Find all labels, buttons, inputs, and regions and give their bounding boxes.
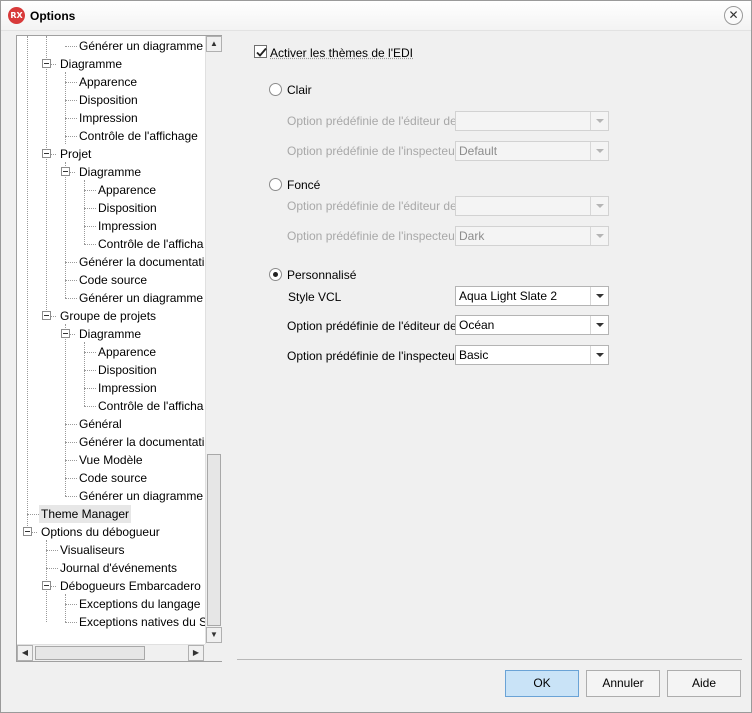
clair-editor-combo[interactable] xyxy=(455,111,609,131)
tree-item[interactable]: Général xyxy=(17,415,205,433)
tree-item[interactable]: Projet xyxy=(17,145,205,163)
fonce-inspector-combo[interactable]: Dark xyxy=(455,226,609,246)
collapse-icon[interactable] xyxy=(61,329,70,338)
scroll-left-icon[interactable]: ◀ xyxy=(17,645,33,661)
tree-viewport: Générer un diagramme Diagramme Apparence… xyxy=(17,36,205,644)
chevron-down-icon xyxy=(590,316,608,334)
options-dialog: RX Options ✕ Générer un diagramme Diagra… xyxy=(0,0,752,713)
tree-item[interactable]: Apparence xyxy=(17,181,205,199)
vcl-style-combo[interactable]: Aqua Light Slate 2 xyxy=(455,286,609,306)
tree-item[interactable]: Générer un diagramme xyxy=(17,37,205,55)
tree-item[interactable]: Débogueurs Embarcadero xyxy=(17,577,205,595)
clair-inspector-combo[interactable]: Default xyxy=(455,141,609,161)
fonce-editor-label: Option prédéfinie de l'éditeur de co xyxy=(287,199,455,213)
collapse-icon[interactable] xyxy=(42,311,51,320)
collapse-icon[interactable] xyxy=(23,527,32,536)
tree-item[interactable]: Impression xyxy=(17,217,205,235)
collapse-icon[interactable] xyxy=(42,149,51,158)
app-logo-icon: RX xyxy=(8,7,25,24)
chevron-down-icon xyxy=(590,346,608,364)
tree-item[interactable]: Diagramme xyxy=(17,163,205,181)
tree-item[interactable]: Code source xyxy=(17,271,205,289)
tree-item[interactable]: Vue Modèle xyxy=(17,451,205,469)
custom-editor-combo[interactable]: Océan xyxy=(455,315,609,335)
tree-item[interactable]: Impression xyxy=(17,379,205,397)
collapse-icon[interactable] xyxy=(42,581,51,590)
tree-item-theme-manager[interactable]: Theme Manager xyxy=(17,505,205,523)
tree-item[interactable]: Générer un diagramme xyxy=(17,289,205,307)
personnalise-radio[interactable] xyxy=(269,268,282,281)
tree-item[interactable]: Disposition xyxy=(17,361,205,379)
ok-button[interactable]: OK xyxy=(505,670,579,697)
scroll-right-icon[interactable]: ▶ xyxy=(188,645,204,661)
tree-item[interactable]: Options du débogueur xyxy=(17,523,205,541)
scroll-up-icon[interactable]: ▲ xyxy=(206,36,222,52)
fonce-editor-combo[interactable] xyxy=(455,196,609,216)
personnalise-label[interactable]: Personnalisé xyxy=(287,268,356,282)
enable-themes-checkbox[interactable] xyxy=(254,45,267,58)
tree-item[interactable]: Exceptions du langage xyxy=(17,595,205,613)
tree-item[interactable]: Diagramme xyxy=(17,55,205,73)
horizontal-scroll-thumb[interactable] xyxy=(35,646,145,660)
tree-vertical-scrollbar[interactable]: ▲ ▼ xyxy=(205,36,222,644)
tree-item[interactable]: Code source xyxy=(17,469,205,487)
tree-item[interactable]: Contrôle de l'afficha xyxy=(17,235,205,253)
scroll-down-icon[interactable]: ▼ xyxy=(206,627,222,643)
fonce-radio[interactable] xyxy=(269,178,282,191)
clair-inspector-label: Option prédéfinie de l'inspecteur d' xyxy=(287,144,455,158)
tree-item[interactable]: Contrôle de l'afficha xyxy=(17,397,205,415)
options-tree[interactable]: Générer un diagramme Diagramme Apparence… xyxy=(16,35,222,662)
tree-item[interactable]: Générer la documentati xyxy=(17,253,205,271)
fonce-inspector-label: Option prédéfinie de l'inspecteur d' xyxy=(287,229,455,243)
vertical-scroll-thumb[interactable] xyxy=(207,454,221,626)
tree-item[interactable]: Journal d'événements xyxy=(17,559,205,577)
tree-item[interactable]: Exceptions natives du SE xyxy=(17,613,205,631)
panel-divider xyxy=(237,659,742,660)
tree-item[interactable]: Générer la documentati xyxy=(17,433,205,451)
tree-horizontal-scrollbar[interactable]: ◀ ▶ xyxy=(17,644,222,661)
tree-item[interactable]: Disposition xyxy=(17,199,205,217)
vcl-style-label: Style VCL xyxy=(288,290,342,304)
tree-item[interactable]: Disposition xyxy=(17,91,205,109)
help-button[interactable]: Aide xyxy=(667,670,741,697)
chevron-down-icon xyxy=(590,227,608,245)
tree-item[interactable]: Contrôle de l'affichage xyxy=(17,127,205,145)
collapse-icon[interactable] xyxy=(42,59,51,68)
scrollbar-corner xyxy=(205,644,222,661)
close-icon[interactable]: ✕ xyxy=(724,6,743,25)
collapse-icon[interactable] xyxy=(61,167,70,176)
tree-item[interactable]: Visualiseurs xyxy=(17,541,205,559)
tree-item[interactable]: Groupe de projets xyxy=(17,307,205,325)
chevron-down-icon xyxy=(590,142,608,160)
tree-item[interactable]: Générer un diagramme xyxy=(17,487,205,505)
clair-editor-label: Option prédéfinie de l'éditeur de co xyxy=(287,114,455,128)
checkmark-icon xyxy=(256,47,267,57)
window-title: Options xyxy=(30,9,76,23)
custom-inspector-combo[interactable]: Basic xyxy=(455,345,609,365)
chevron-down-icon xyxy=(590,112,608,130)
clair-label[interactable]: Clair xyxy=(287,83,312,97)
tree-item[interactable]: Apparence xyxy=(17,73,205,91)
chevron-down-icon xyxy=(590,287,608,305)
chevron-down-icon xyxy=(590,197,608,215)
tree-item[interactable]: Impression xyxy=(17,109,205,127)
clair-radio[interactable] xyxy=(269,83,282,96)
custom-inspector-label: Option prédéfinie de l'inspecteur d' xyxy=(287,349,455,363)
tree-item[interactable]: Apparence xyxy=(17,343,205,361)
fonce-label[interactable]: Foncé xyxy=(287,178,320,192)
custom-editor-label: Option prédéfinie de l'éditeur de co xyxy=(287,319,455,333)
enable-themes-label[interactable]: Activer les thèmes de l'EDI xyxy=(270,46,413,60)
cancel-button[interactable]: Annuler xyxy=(586,670,660,697)
title-bar: RX Options ✕ xyxy=(1,1,751,31)
tree-item[interactable]: Diagramme xyxy=(17,325,205,343)
